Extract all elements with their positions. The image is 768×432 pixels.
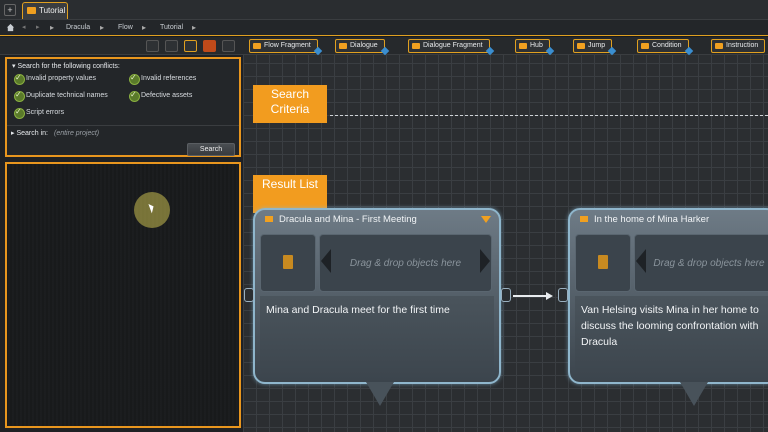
list-icon[interactable] (5, 40, 18, 52)
speaker-slot[interactable] (260, 234, 316, 292)
tool-label: Instruction (726, 42, 759, 49)
flag-icon (580, 216, 588, 222)
input-pin[interactable] (244, 288, 254, 302)
search-criteria-panel: ▾ Search for the following conflicts: In… (5, 57, 241, 157)
document-icon (283, 255, 293, 269)
search-in-value: (entire project) (54, 130, 100, 137)
search-in-label: Search in: (16, 130, 48, 137)
drop-hint: Drag & drop objects here (653, 258, 765, 269)
app-window: + Tutorial ◂ ▸ ▸ Dracula ▸ Flow ▸ Tutori… (0, 0, 768, 432)
arrow-left-icon[interactable] (321, 249, 331, 273)
target-icon[interactable] (165, 40, 178, 52)
drop-zone[interactable]: Drag & drop objects here (319, 234, 492, 292)
home-icon[interactable] (6, 23, 15, 32)
checkbox-duplicate-technical-names[interactable]: Duplicate technical names (14, 90, 108, 102)
checkbox-invalid-references[interactable]: Invalid references (129, 73, 196, 85)
search-in-row[interactable]: ▸ Search in: (entire project) (11, 129, 99, 137)
flag-icon (265, 216, 273, 222)
corner-marker (313, 46, 322, 56)
tool-dialogue[interactable]: Dialogue (335, 39, 389, 56)
callout-search-criteria: Search Criteria (253, 85, 327, 123)
tool-label: Dialogue (350, 42, 378, 49)
conflict-search-panel: ▾ Search for the following conflicts: In… (0, 37, 243, 432)
document-tab-strip: + Tutorial (0, 0, 768, 20)
condition-icon (641, 43, 649, 49)
tool-label: Dialogue Fragment (423, 42, 483, 49)
tab-label: Tutorial (39, 6, 66, 15)
dialogue-node-first-meeting[interactable]: Dracula and Mina - First Meeting Drag & … (253, 208, 501, 384)
hub-icon (519, 43, 527, 49)
breadcrumb: ◂ ▸ ▸ Dracula ▸ Flow ▸ Tutorial ▸ (0, 20, 768, 36)
collapse-triangle-icon[interactable] (481, 216, 491, 223)
drop-hint: Drag & drop objects here (349, 258, 462, 269)
dialogue-node-mina-home[interactable]: In the home of Mina Harker Drag & drop o… (568, 208, 768, 384)
dialogue-icon (339, 43, 347, 49)
tool-label: Condition (652, 42, 682, 49)
new-tab-button[interactable]: + (4, 4, 16, 16)
conflicts-heading-text: Search for the following conflicts: (17, 63, 120, 70)
connection-arrowhead (546, 292, 553, 300)
tab-tutorial[interactable]: Tutorial (22, 2, 68, 19)
instruction-icon (715, 43, 723, 49)
breadcrumb-separator: ▸ (142, 23, 147, 32)
node-title: In the home of Mina Harker (594, 214, 710, 225)
drag-handle-icon[interactable] (22, 40, 35, 52)
tool-dialogue-fragment[interactable]: Dialogue Fragment (408, 39, 494, 56)
conflict-search-toggle[interactable] (203, 40, 216, 52)
dashed-separator (330, 115, 768, 116)
corner-marker (545, 46, 555, 56)
connection-line[interactable] (513, 295, 547, 297)
breadcrumb-item-dracula[interactable]: Dracula (66, 20, 90, 35)
arrow-left-icon[interactable] (636, 249, 646, 273)
flow-toolbar: Flow Fragment Dialogue Dialogue Fragment… (243, 37, 768, 56)
breadcrumb-item-tutorial[interactable]: Tutorial (160, 20, 183, 35)
speech-tail (680, 382, 708, 406)
forward-arrow-icon[interactable]: ▸ (36, 20, 40, 35)
node-text[interactable]: Mina and Dracula meet for the first time (260, 296, 494, 376)
breadcrumb-separator: ▸ (192, 23, 197, 32)
checkbox-invalid-property-values[interactable]: Invalid property values (14, 73, 96, 85)
panel-toolbar (0, 37, 243, 55)
tool-label: Hub (530, 42, 543, 49)
flow-fragment-icon (253, 43, 261, 49)
node-header: Dracula and Mina - First Meeting (255, 210, 499, 230)
checkbox-defective-assets[interactable]: Defective assets (129, 90, 192, 102)
tool-label: Jump (588, 42, 606, 49)
tool-condition[interactable]: Condition (637, 39, 693, 56)
tool-flow-fragment[interactable]: Flow Fragment (249, 39, 322, 56)
result-list[interactable] (5, 162, 241, 428)
tool-hub[interactable]: Hub (515, 39, 555, 56)
node-title: Dracula and Mina - First Meeting (279, 214, 417, 225)
output-pin[interactable] (501, 288, 511, 302)
corner-marker (485, 46, 494, 56)
speaker-slot[interactable] (575, 234, 631, 292)
corner-marker (607, 46, 617, 56)
checkbox-script-errors[interactable]: Script errors (14, 107, 64, 119)
drop-zone[interactable]: Drag & drop objects here (634, 234, 768, 292)
node-text[interactable]: Van Helsing visits Mina in her home to d… (575, 296, 768, 376)
breadcrumb-separator: ▸ (100, 23, 105, 32)
back-arrow-icon[interactable]: ◂ (22, 20, 26, 35)
speech-tail (366, 382, 394, 406)
search-icon[interactable] (184, 40, 197, 52)
node-header: In the home of Mina Harker (570, 210, 768, 230)
tool-instruction[interactable]: Instruction (711, 39, 766, 53)
breadcrumb-item-flow[interactable]: Flow (118, 20, 133, 35)
dialogue-fragment-icon (412, 43, 420, 49)
search-button[interactable]: Search (187, 143, 235, 156)
document-icon (598, 255, 608, 269)
divider (7, 125, 239, 126)
folder-icon (27, 7, 36, 14)
input-pin[interactable] (558, 288, 568, 302)
corner-marker (684, 46, 693, 56)
tool-jump[interactable]: Jump (573, 39, 617, 56)
settings-icon[interactable] (222, 40, 235, 52)
conflicts-heading: ▾ Search for the following conflicts: (12, 63, 120, 70)
breadcrumb-separator: ▸ (50, 23, 55, 32)
filter-icon[interactable] (146, 40, 159, 52)
tool-label: Flow Fragment (264, 42, 311, 49)
arrow-right-icon[interactable] (480, 249, 490, 273)
jump-icon (577, 43, 585, 49)
corner-marker (380, 46, 389, 56)
